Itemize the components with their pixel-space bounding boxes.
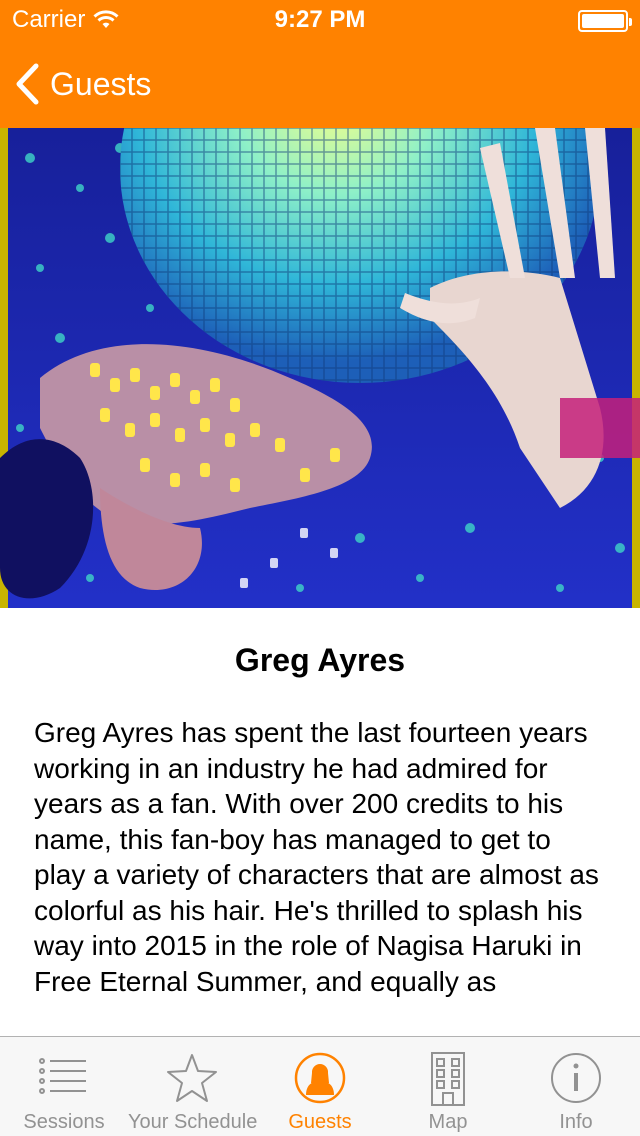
back-button[interactable]: Guests	[14, 60, 151, 108]
tab-info[interactable]: Info	[512, 1037, 640, 1136]
tab-sessions[interactable]: Sessions	[0, 1037, 128, 1136]
building-icon	[431, 1052, 465, 1106]
tab-map[interactable]: Map	[384, 1037, 512, 1136]
person-icon	[294, 1052, 346, 1104]
tab-bar: Sessions Your Schedule Guests Map Info	[0, 1036, 640, 1136]
list-icon	[39, 1058, 86, 1094]
star-icon	[167, 1054, 217, 1102]
chevron-left-icon	[16, 63, 39, 105]
guest-name: Greg Ayres	[234, 642, 406, 678]
guest-detail: Greg Ayres Greg Ayres has spent the last…	[0, 608, 640, 1036]
guest-bio: Greg Ayres has spent the last fourteen y…	[34, 717, 599, 997]
status-time: 9:27 PM	[274, 6, 366, 33]
tab-label-info: Info	[559, 1111, 593, 1133]
status-bar: Carrier 9:27 PM	[0, 0, 640, 40]
battery-icon	[578, 10, 632, 32]
tab-label-guests: Guests	[288, 1111, 352, 1133]
tab-label-map: Map	[428, 1111, 468, 1133]
tab-your-schedule[interactable]: Your Schedule	[128, 1037, 258, 1136]
tab-label-your-schedule: Your Schedule	[128, 1111, 258, 1133]
tab-guests[interactable]: Guests	[256, 1037, 384, 1136]
guest-photo	[0, 128, 640, 608]
tab-label-sessions: Sessions	[23, 1111, 105, 1133]
navigation-bar: Guests	[0, 40, 640, 128]
info-icon	[551, 1053, 601, 1103]
back-label: Guests	[50, 65, 152, 102]
